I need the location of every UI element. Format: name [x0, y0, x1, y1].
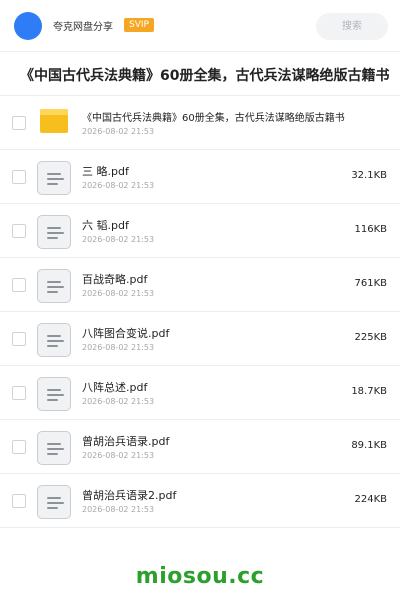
file-size: 89.1KB: [351, 440, 387, 451]
checkbox[interactable]: [12, 440, 26, 454]
page-title: 《中国古代兵法典籍》60册全集，古代兵法谋略绝版古籍书: [20, 68, 390, 84]
file-size: 116KB: [354, 224, 387, 235]
file-size: 225KB: [354, 332, 387, 343]
svip-badge: SVIP: [124, 18, 154, 32]
checkbox[interactable]: [12, 170, 26, 184]
checkbox[interactable]: [12, 224, 26, 238]
file-size: 224KB: [354, 494, 387, 505]
file-name: 曾胡治兵语录2.pdf: [82, 489, 177, 502]
file-date: 2026-08-02 21:53: [82, 343, 155, 352]
checkbox[interactable]: [12, 494, 26, 508]
document-icon: [37, 485, 71, 519]
avatar[interactable]: [14, 12, 42, 40]
document-icon: [37, 323, 71, 357]
file-date: 2026-08-02 21:53: [82, 397, 155, 406]
list-item[interactable]: 八阵图合变说.pdf 2026-08-02 21:53 225KB: [0, 312, 400, 366]
file-date: 2026-08-02 21:53: [82, 181, 155, 190]
title-bar: 《中国古代兵法典籍》60册全集，古代兵法谋略绝版古籍书: [0, 53, 400, 96]
file-name: 《中国古代兵法典籍》60册全集，古代兵法谋略绝版古籍书: [82, 113, 345, 124]
folder-icon: [37, 107, 71, 141]
file-date: 2026-08-02 21:53: [82, 127, 155, 136]
file-name: 曾胡治兵语录.pdf: [82, 435, 170, 448]
document-icon: [37, 431, 71, 465]
file-size: 18.7KB: [351, 386, 387, 397]
list-item[interactable]: 曾胡治兵语录2.pdf 2026-08-02 21:53 224KB: [0, 474, 400, 528]
search-input[interactable]: 搜索: [316, 13, 388, 40]
file-size: 32.1KB: [351, 170, 387, 181]
checkbox[interactable]: [12, 116, 26, 130]
list-item-folder[interactable]: 《中国古代兵法典籍》60册全集，古代兵法谋略绝版古籍书 2026-08-02 2…: [0, 96, 400, 150]
checkbox[interactable]: [12, 278, 26, 292]
checkbox[interactable]: [12, 386, 26, 400]
file-list: 《中国古代兵法典籍》60册全集，古代兵法谋略绝版古籍书 2026-08-02 2…: [0, 96, 400, 528]
file-date: 2026-08-02 21:53: [82, 235, 155, 244]
file-name: 六 韬.pdf: [82, 219, 129, 232]
document-icon: [37, 269, 71, 303]
file-date: 2026-08-02 21:53: [82, 289, 155, 298]
list-item[interactable]: 三 略.pdf 2026-08-02 21:53 32.1KB: [0, 150, 400, 204]
list-item[interactable]: 曾胡治兵语录.pdf 2026-08-02 21:53 89.1KB: [0, 420, 400, 474]
list-item[interactable]: 六 韬.pdf 2026-08-02 21:53 116KB: [0, 204, 400, 258]
document-icon: [37, 377, 71, 411]
list-item[interactable]: 八阵总述.pdf 2026-08-02 21:53 18.7KB: [0, 366, 400, 420]
list-item[interactable]: 百战奇略.pdf 2026-08-02 21:53 761KB: [0, 258, 400, 312]
file-date: 2026-08-02 21:53: [82, 505, 155, 514]
file-date: 2026-08-02 21:53: [82, 451, 155, 460]
watermark: miosou.cc: [135, 564, 265, 589]
document-icon: [37, 215, 71, 249]
user-name: 夸克网盘分享: [53, 22, 113, 33]
document-icon: [37, 161, 71, 195]
file-name: 八阵总述.pdf: [82, 381, 148, 394]
file-size: 761KB: [354, 278, 387, 289]
file-name: 三 略.pdf: [82, 165, 129, 178]
app-header: 夸克网盘分享 SVIP 搜索: [0, 0, 400, 52]
file-name: 八阵图合变说.pdf: [82, 327, 170, 340]
checkbox[interactable]: [12, 332, 26, 346]
file-name: 百战奇略.pdf: [82, 273, 148, 286]
